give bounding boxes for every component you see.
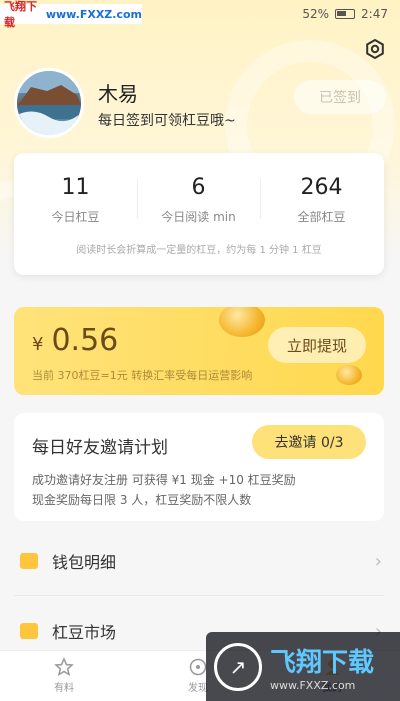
invite-card: 每日好友邀请计划 去邀请 0/3 成功邀请好友注册 可获得 ¥1 现金 +10 … [14, 413, 384, 521]
menu-label: 杠豆市场 [52, 623, 117, 642]
cash-note: 当前 370杠豆=1元 转换汇率受每日运营影响 [32, 369, 253, 382]
currency-symbol: ¥ [32, 334, 44, 355]
bottom-watermark: ↗ 飞翔下载 www.FXXZ.com [206, 632, 400, 701]
stat-value: 264 [300, 175, 343, 200]
stats-card: 11 今日杠豆 6 今日阅读 min 264 全部杠豆 阅读时长会折算成一定量的… [14, 153, 384, 275]
cash-amount: 0.56 [51, 323, 119, 358]
invite-button[interactable]: 去邀请 0/3 [252, 425, 366, 459]
watermark-title: 飞翔下载 [270, 647, 375, 678]
stat-today-beans[interactable]: 11 今日杠豆 [14, 175, 137, 225]
watermark-brand: 飞翔下载 [4, 0, 37, 29]
coin-icon [219, 307, 265, 337]
menu-label: 钱包明细 [52, 553, 117, 572]
settings-gear-icon[interactable] [364, 38, 386, 60]
user-name: 木易 [98, 82, 138, 106]
stat-today-reading[interactable]: 6 今日阅读 min [137, 175, 260, 225]
signed-in-button[interactable]: 已签到 [294, 80, 386, 114]
clock: 2:47 [361, 7, 388, 21]
battery-icon [335, 9, 356, 19]
divider [14, 595, 384, 596]
stats-note: 阅读时长会折算成一定量的杠豆，约为每 1 分钟 1 杠豆 [76, 245, 322, 256]
withdraw-button[interactable]: 立即提现 [268, 327, 366, 363]
watermark-url: www.FXXZ.com [45, 7, 142, 21]
invite-line-2: 现金奖励每日限 3 人，杠豆奖励不限人数 [32, 493, 252, 507]
watermark-url: www.FXXZ.com [270, 678, 356, 692]
stat-label: 今日杠豆 [51, 210, 100, 224]
coin-icon [336, 365, 362, 385]
stat-label: 全部杠豆 [297, 210, 346, 224]
avatar[interactable] [14, 68, 84, 138]
wallet-icon [20, 553, 38, 569]
stat-value: 11 [61, 175, 90, 200]
invite-title: 每日好友邀请计划 [32, 438, 168, 458]
top-watermark: 飞翔下载 www.FXXZ.com [0, 0, 142, 29]
cash-card: ¥ 0.56 当前 370杠豆=1元 转换汇率受每日运营影响 立即提现 [14, 307, 384, 395]
tab-featured[interactable]: 有料 [24, 655, 104, 694]
market-icon [20, 623, 38, 639]
stat-value: 6 [191, 175, 206, 200]
status-bar: 52% 2:47 [302, 4, 388, 24]
stat-total-beans[interactable]: 264 全部杠豆 [260, 175, 383, 225]
battery-percent: 52% [302, 7, 330, 21]
star-icon [24, 655, 104, 679]
watermark-text: 飞翔下载 www.FXXZ.com [270, 642, 374, 692]
user-subtitle: 每日签到可领杠豆哦~ [98, 113, 236, 129]
stat-label: 今日阅读 min [161, 210, 236, 224]
menu-item-wallet[interactable]: 钱包明细 › [0, 528, 400, 594]
cash-balance: ¥ 0.56 [32, 323, 118, 358]
chevron-right-icon: › [374, 550, 382, 572]
watermark-logo-icon: ↗ [214, 642, 262, 691]
invite-line-1: 成功邀请好友注册 可获得 ¥1 现金 +10 杠豆奖励 [32, 473, 296, 487]
tab-label: 有料 [54, 683, 74, 694]
